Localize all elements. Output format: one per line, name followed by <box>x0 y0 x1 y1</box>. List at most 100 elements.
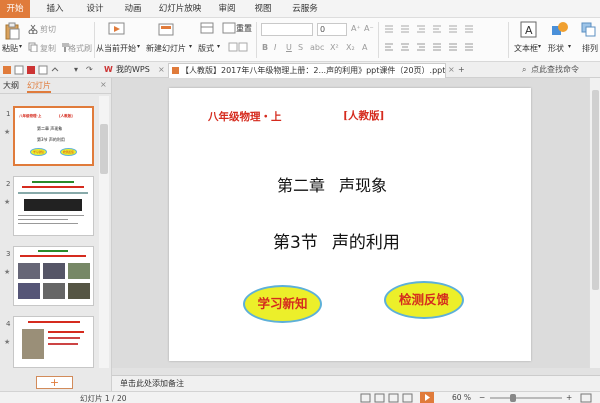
new-slide-icon <box>158 23 174 36</box>
slide-edition-label: [人教版] <box>343 110 385 122</box>
new-slide-button[interactable]: 新建幻灯片 <box>146 43 186 54</box>
shadow-icon[interactable]: S <box>298 43 303 52</box>
panel-scroll-thumb[interactable] <box>100 124 108 174</box>
document-tab-row: ▾ ↷ W 我的WPS × 【人教版】2017年八年级物理上册：2...声的利用… <box>0 62 600 78</box>
font-name-field[interactable] <box>261 23 313 36</box>
thumb-number: 3 <box>6 250 11 258</box>
textbox-icon: A <box>520 21 537 38</box>
paragraph-list-icons[interactable] <box>383 24 503 34</box>
my-wps-tab[interactable]: 我的WPS <box>116 63 150 78</box>
toolbar-more-icon[interactable]: ▾ <box>74 63 78 78</box>
layout-dropdown-icon[interactable]: ▾ <box>217 43 220 50</box>
tab-review[interactable]: 审阅 <box>212 0 242 18</box>
cut-button[interactable]: 剪切 <box>40 24 56 35</box>
slide-thumbnail-2[interactable] <box>13 176 94 236</box>
zoom-slider-handle[interactable] <box>510 394 516 402</box>
notes-pane[interactable]: 单击此处添加备注 <box>112 375 600 391</box>
new-slide-dropdown-icon[interactable]: ▾ <box>189 43 192 50</box>
tab-design[interactable]: 设计 <box>80 0 110 18</box>
underline-icon[interactable]: U <box>286 43 292 52</box>
test-feedback-button[interactable]: 检测反馈 <box>384 281 464 319</box>
zoom-out-icon[interactable]: − <box>479 393 485 402</box>
slides-tab[interactable]: 幻灯片 <box>27 80 51 93</box>
subscript-icon[interactable]: X₂ <box>346 43 355 52</box>
font-color-icon[interactable]: A <box>362 43 367 52</box>
learn-new-button[interactable]: 学习新知 <box>243 285 322 323</box>
italic-icon[interactable]: I <box>274 43 276 52</box>
thumb3-image <box>68 283 90 299</box>
toolbar-redo-icon[interactable]: ↷ <box>86 63 93 78</box>
panel-tabs: 大纲 幻灯片 × <box>0 78 112 94</box>
play-slideshow-icon[interactable] <box>420 392 434 403</box>
thumb3-heading-bar <box>38 250 68 252</box>
document-tab[interactable]: 【人教版】2017年八年级物理上册：2...声的利用》ppt课件（20页）.pp… <box>168 63 446 78</box>
thumb1-btn-test: 检测反馈 <box>60 148 77 156</box>
thumb4-line <box>48 343 78 345</box>
layout-button[interactable]: 版式 <box>198 43 214 54</box>
paste-dropdown-icon[interactable]: ▾ <box>19 43 22 50</box>
strikethrough-icon[interactable]: abc <box>310 43 324 52</box>
tab-cloud[interactable]: 云服务 <box>285 0 325 18</box>
textbox-button[interactable]: 文本框 <box>514 43 538 54</box>
format-painter-button[interactable]: 格式刷 <box>68 43 92 54</box>
search-icon: ⌕ <box>522 65 527 74</box>
thumb1-chapter: 第二章 声现象 <box>37 126 63 131</box>
play-from-current-icon <box>108 22 125 35</box>
panel-close-icon[interactable]: × <box>100 80 107 89</box>
reset-button[interactable]: 重置 <box>236 23 252 34</box>
shape-icon <box>552 22 568 35</box>
from-current-button[interactable]: 从当前开始 <box>96 43 136 54</box>
bold-icon[interactable]: B <box>262 43 268 52</box>
quick-access-icons[interactable] <box>2 65 62 75</box>
shape-dropdown-icon[interactable]: ▾ <box>568 43 571 50</box>
editor-vertical-scrollbar[interactable] <box>589 78 600 368</box>
tab-view[interactable]: 视图 <box>248 0 278 18</box>
slide-section: 第3节 声的利用 <box>273 228 400 253</box>
tab-home[interactable]: 开始 <box>0 0 30 18</box>
arrange-button[interactable]: 排列 <box>582 43 598 54</box>
copy-button[interactable]: 复制 <box>40 43 56 54</box>
textbox-dropdown-icon[interactable]: ▾ <box>538 43 541 50</box>
slide-thumbnail-3[interactable] <box>13 246 94 306</box>
slide-counter: 幻灯片 1 / 20 <box>80 394 127 403</box>
document-close-icon[interactable]: × <box>448 63 455 78</box>
section-label: 第3节 <box>273 233 318 253</box>
superscript-icon[interactable]: X² <box>330 43 339 52</box>
fit-window-icon[interactable] <box>580 393 592 403</box>
my-wps-close-icon[interactable]: × <box>158 63 165 78</box>
zoom-slider[interactable] <box>490 397 562 399</box>
add-slide-button[interactable]: + <box>36 376 73 389</box>
thumb1-title-right: [人教版] <box>59 114 73 118</box>
tab-animation[interactable]: 动画 <box>118 0 148 18</box>
paste-button[interactable]: 粘贴 <box>2 43 18 54</box>
status-bar: 幻灯片 1 / 20 60 % − + <box>0 391 600 403</box>
zoom-in-icon[interactable]: + <box>566 393 572 402</box>
slide-thumbnail-1[interactable]: 八年级物理·上 [人教版] 第二章 声现象 第3节 声的利用 学习新知 检测反馈 <box>13 106 94 166</box>
shape-button[interactable]: 形状 <box>548 43 564 54</box>
editor-horizontal-scrollbar[interactable] <box>112 368 600 375</box>
search-command-field[interactable]: 点此查找命令 <box>531 63 579 78</box>
tab-slideshow[interactable]: 幻灯片放映 <box>154 0 206 18</box>
slide-thumbnail-4[interactable] <box>13 316 94 368</box>
thumb4-line <box>48 337 80 339</box>
thumb1-btn-learn: 学习新知 <box>30 148 47 156</box>
outline-tab[interactable]: 大纲 <box>3 80 19 91</box>
thumb2-text-bar <box>18 192 88 194</box>
current-slide[interactable]: 八年级物理・上 [人教版] 第二章 声现象 第3节 声的利用 学习新知 检测反馈 <box>169 88 531 361</box>
editor-scroll-thumb[interactable] <box>592 90 599 290</box>
thumb3-subheading-bar <box>20 255 86 257</box>
section-icon[interactable] <box>228 42 250 52</box>
ribbon: 粘贴 ▾ 剪切 复制 格式刷 从当前开始 ▾ 新建幻灯片 ▾ 重置 版式 ▾ 0… <box>0 18 600 62</box>
from-current-dropdown-icon[interactable]: ▾ <box>137 43 140 50</box>
view-mode-icons[interactable] <box>360 393 416 403</box>
new-tab-icon[interactable]: + <box>458 63 465 78</box>
thumb2-image <box>24 199 82 211</box>
thumb3-image <box>18 263 40 279</box>
tab-insert[interactable]: 插入 <box>40 0 70 18</box>
font-grow-icon[interactable]: A⁺ <box>351 24 361 33</box>
panel-scrollbar[interactable] <box>99 96 109 368</box>
font-shrink-icon[interactable]: A⁻ <box>364 24 374 33</box>
paste-icon[interactable] <box>3 22 21 40</box>
paragraph-align-icons[interactable] <box>383 42 503 52</box>
font-size-field[interactable]: 0 <box>317 23 347 36</box>
